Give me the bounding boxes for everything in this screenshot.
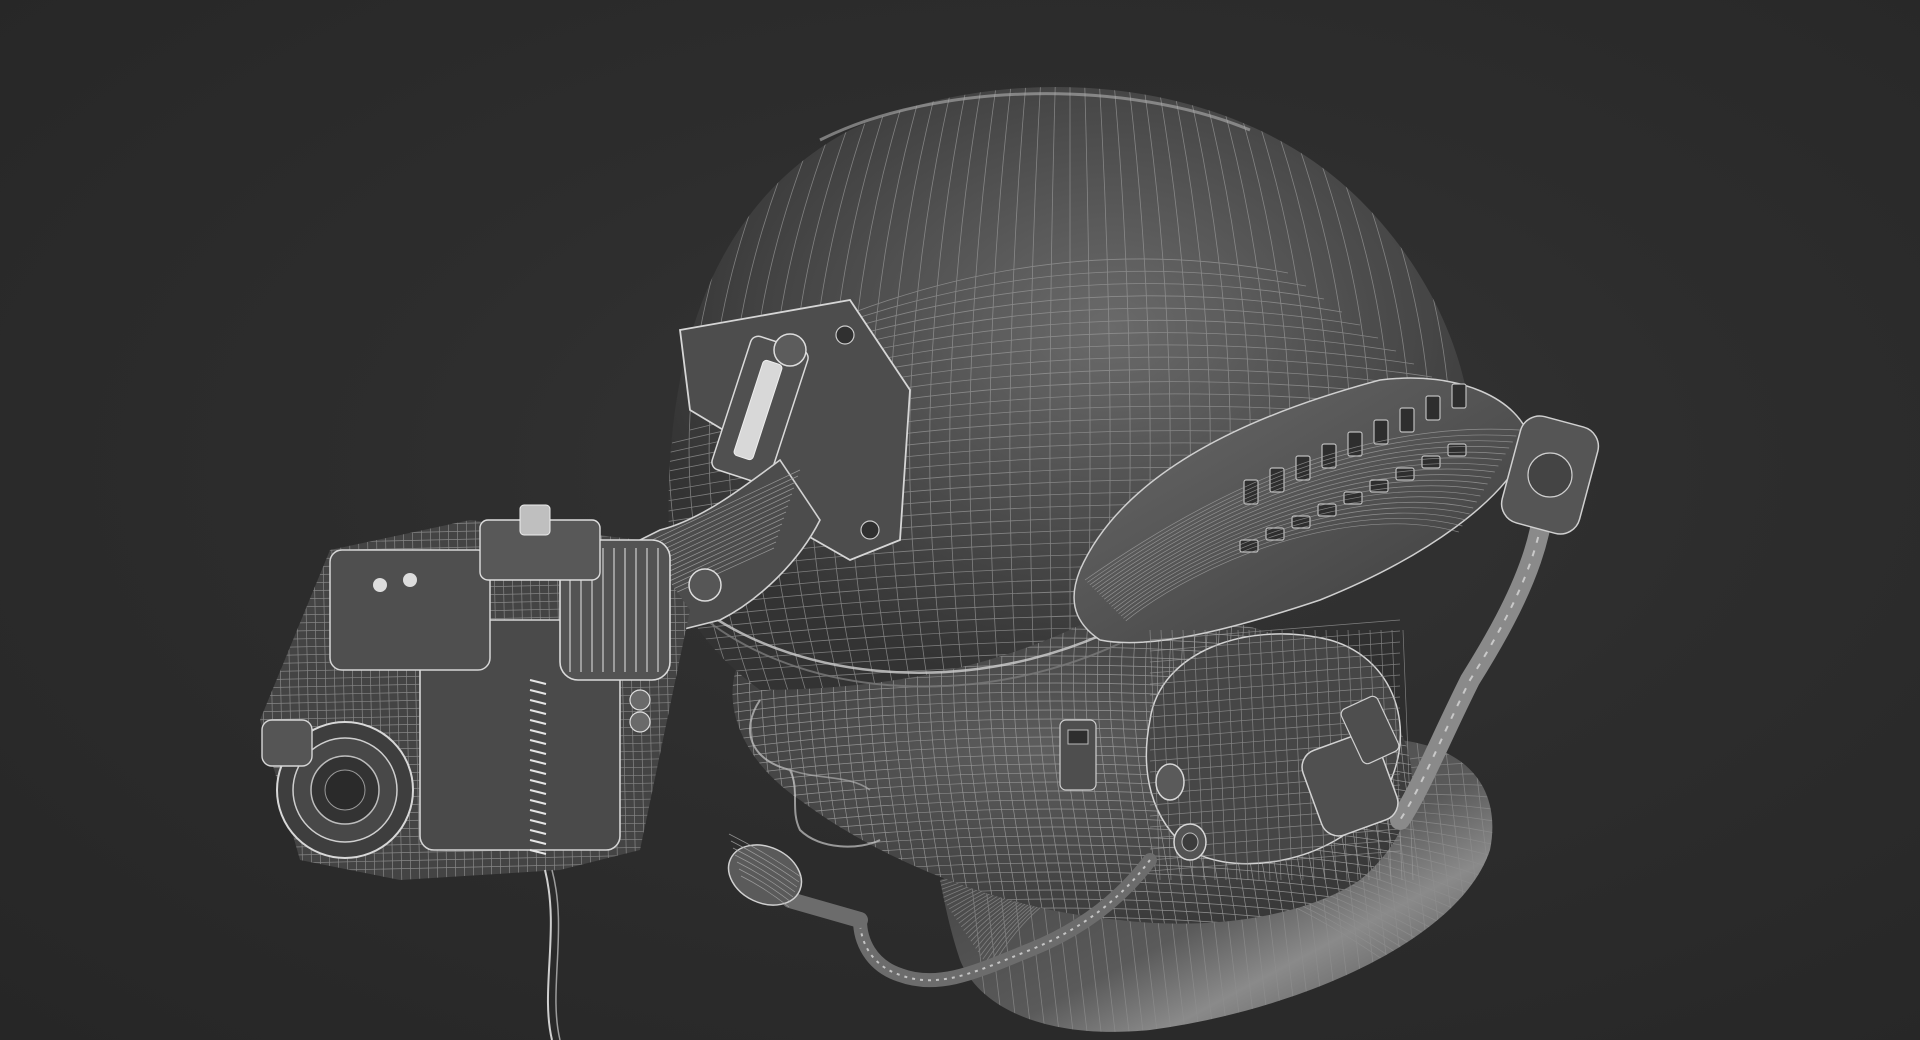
wireframe-render [260,86,1600,1040]
cable [544,869,561,1040]
render-viewport [0,0,1920,1040]
night-vision-goggle [260,504,690,880]
